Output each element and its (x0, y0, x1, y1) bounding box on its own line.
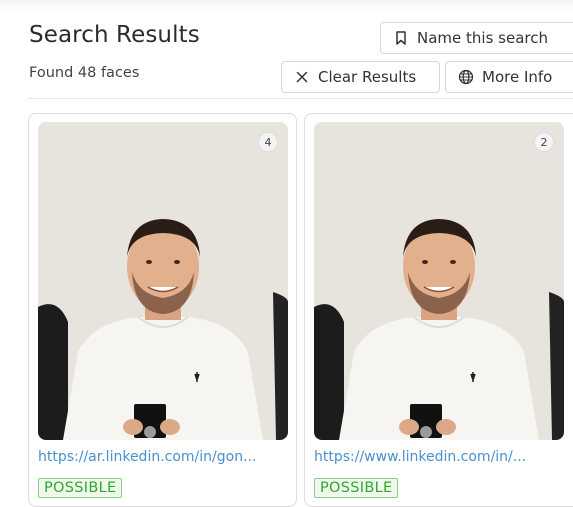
face-photo[interactable]: 4 (38, 122, 288, 440)
clear-results-label: Clear Results (318, 68, 417, 86)
result-card[interactable]: 2 https://www.linkedin.com/in/... POSSIB… (304, 113, 573, 507)
globe-icon (458, 69, 474, 85)
result-url-link[interactable]: https://ar.linkedin.com/in/gon... (38, 449, 288, 465)
bookmark-icon (393, 30, 409, 46)
page-title: Search Results (29, 22, 200, 48)
result-url-link[interactable]: https://www.linkedin.com/in/... (314, 449, 564, 465)
status-badge: POSSIBLE (38, 478, 123, 498)
status-badge: POSSIBLE (314, 478, 399, 498)
clear-results-button[interactable]: Clear Results (281, 61, 440, 93)
name-search-button[interactable]: Name this search (380, 22, 573, 54)
more-info-label: More Info (482, 68, 553, 86)
x-icon (294, 69, 310, 85)
match-count-badge: 4 (258, 132, 278, 152)
header-divider (29, 98, 573, 99)
face-photo[interactable]: 2 (314, 122, 564, 440)
name-search-label: Name this search (417, 29, 548, 47)
match-count-badge: 2 (534, 132, 554, 152)
results-count: Found 48 faces (29, 65, 140, 81)
result-card[interactable]: 4 https://ar.linkedin.com/in/gon... POSS… (28, 113, 297, 507)
top-shadow (0, 0, 573, 12)
more-info-button[interactable]: More Info (445, 61, 573, 93)
